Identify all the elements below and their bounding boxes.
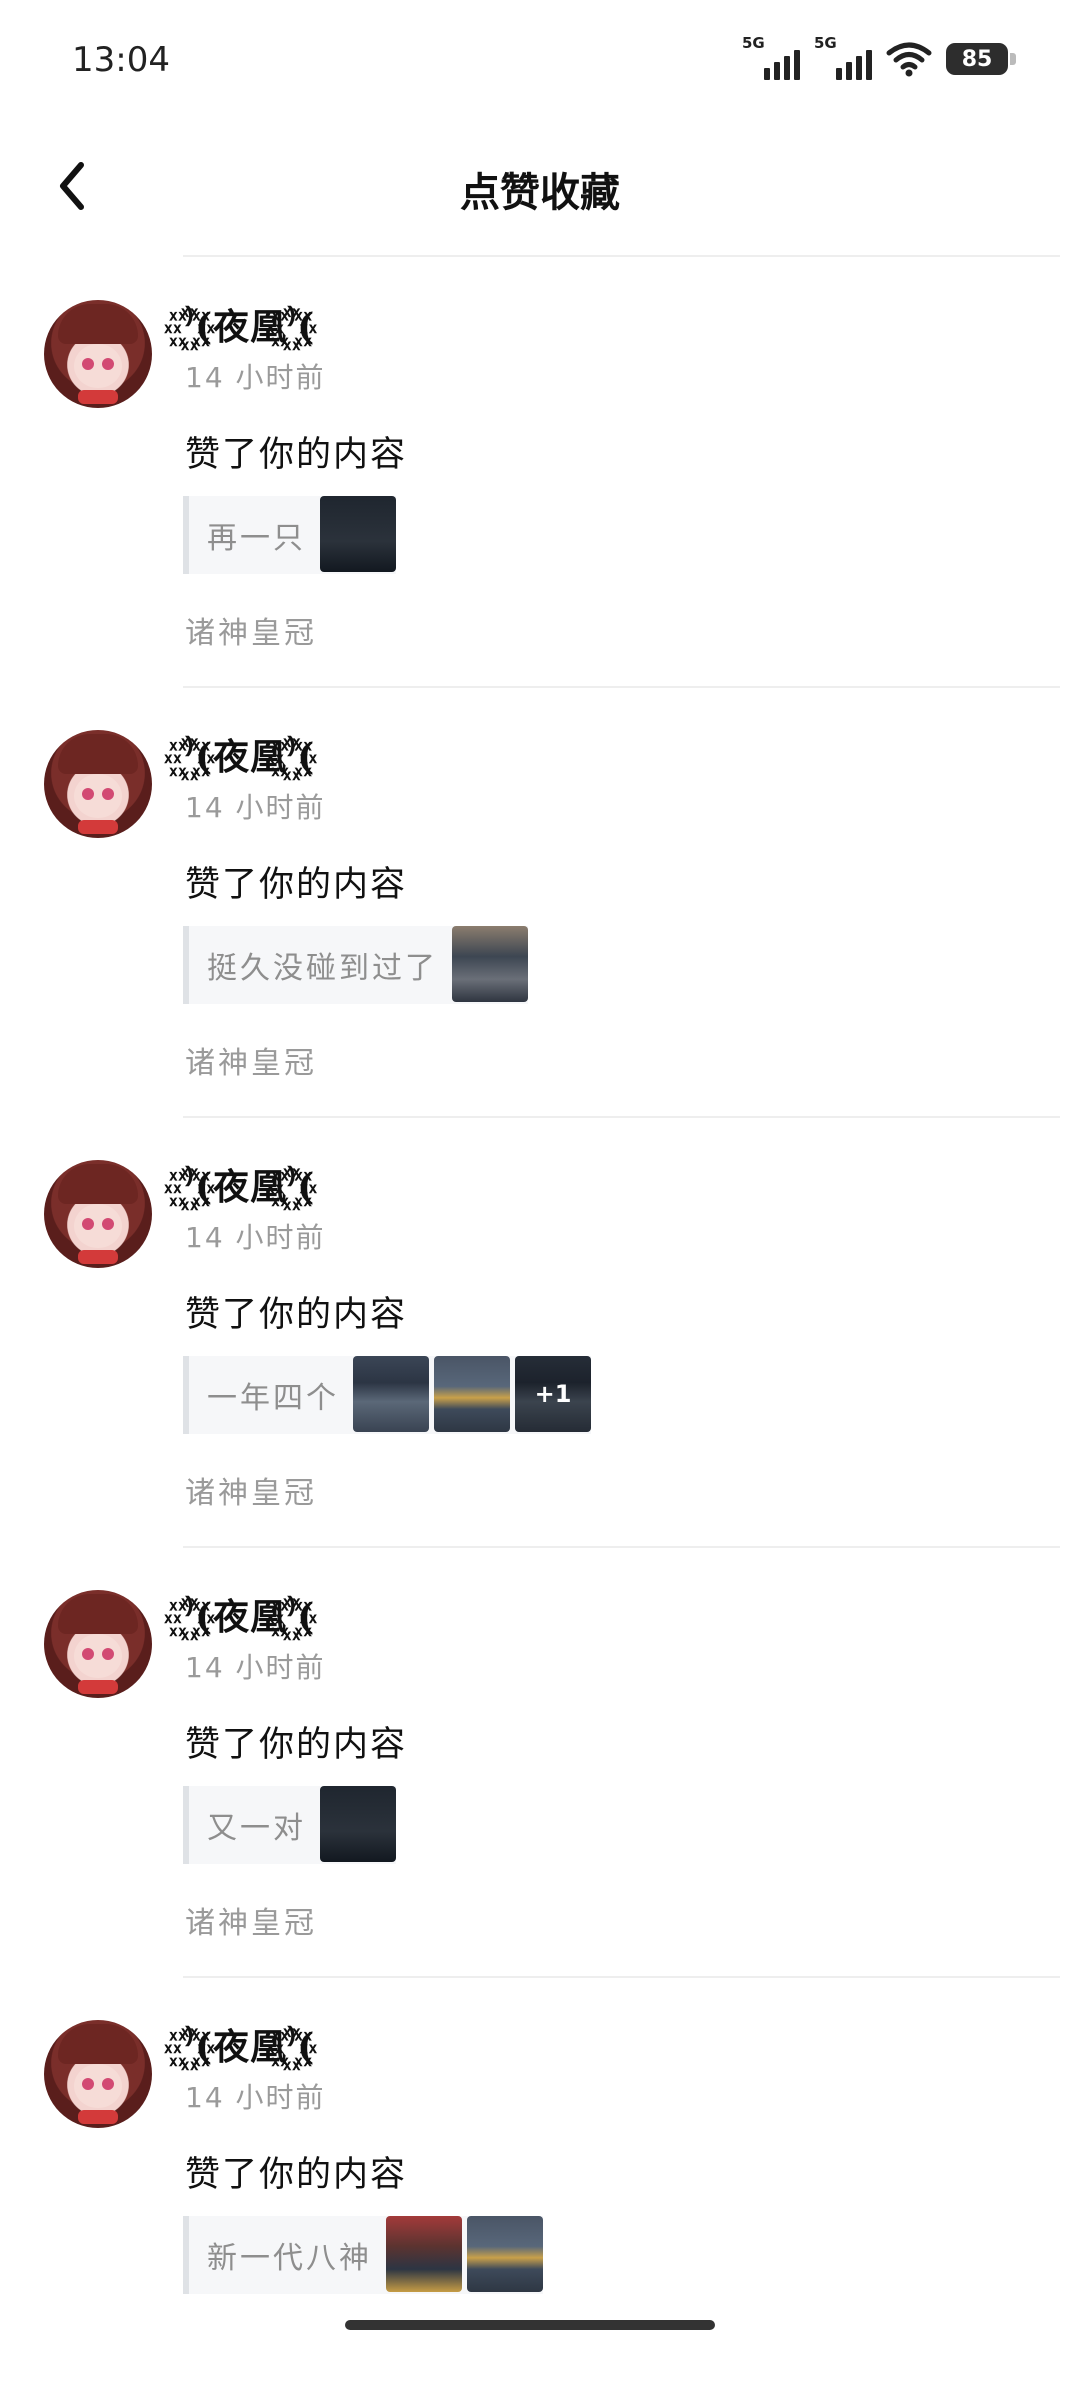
battery-level: 85	[961, 46, 993, 72]
wifi-icon	[886, 41, 932, 77]
username[interactable]: ꙰⁾꙰(夜凰꙰⁾꙰(	[185, 298, 315, 350]
quoted-post-text: 一年四个	[207, 1381, 339, 1416]
timestamp: 14 小时前	[185, 1221, 326, 1254]
action-text: 赞了你的内容	[185, 865, 408, 905]
divider	[183, 255, 1060, 257]
quoted-post-text: 又一对	[207, 1811, 306, 1846]
quoted-post-text: 再一只	[207, 521, 306, 556]
more-images-count: +1	[515, 1356, 591, 1432]
avatar[interactable]	[44, 730, 152, 838]
quoted-post[interactable]: 再一只	[183, 496, 396, 574]
action-text: 赞了你的内容	[185, 2155, 408, 2195]
username[interactable]: ꙰⁾꙰(夜凰꙰⁾꙰(	[185, 1588, 315, 1640]
notification-item[interactable]: ꙰⁾꙰(夜凰꙰⁾꙰( 14 小时前 赞了你的内容 一年四个 +1 诸神皇冠	[0, 1118, 1080, 1548]
thumbnail-row: +1	[353, 1356, 591, 1434]
page-title: 点赞收藏	[460, 170, 620, 216]
cellular-signal-icon: 5G	[814, 34, 872, 80]
username[interactable]: ꙰⁾꙰(夜凰꙰⁾꙰(	[185, 728, 315, 780]
action-text: 赞了你的内容	[185, 435, 408, 475]
cellular-signal-icon: 5G	[742, 34, 800, 80]
action-text: 赞了你的内容	[185, 1295, 408, 1335]
timestamp: 14 小时前	[185, 1651, 326, 1684]
circle-name[interactable]: 诸神皇冠	[185, 1898, 317, 1942]
thumbnail-row	[452, 926, 528, 1004]
post-thumbnail	[320, 496, 396, 572]
quoted-post[interactable]: 挺久没碰到过了	[183, 926, 528, 1004]
notification-item[interactable]: ꙰⁾꙰(夜凰꙰⁾꙰( 14 小时前 赞了你的内容 又一对 诸神皇冠	[0, 1548, 1080, 1978]
username[interactable]: ꙰⁾꙰(夜凰꙰⁾꙰(	[185, 2018, 315, 2070]
action-text: 赞了你的内容	[185, 1725, 408, 1765]
post-thumbnail	[386, 2216, 462, 2292]
post-thumbnail	[320, 1786, 396, 1862]
circle-name[interactable]: 诸神皇冠	[185, 1038, 317, 1082]
quoted-post[interactable]: 又一对	[183, 1786, 396, 1864]
network-type-label: 5G	[814, 34, 837, 52]
thumbnail-row	[320, 496, 396, 574]
status-time: 13:04	[72, 40, 170, 80]
timestamp: 14 小时前	[185, 361, 326, 394]
circle-name[interactable]: 诸神皇冠	[185, 1468, 317, 1512]
post-thumbnail	[434, 1356, 510, 1432]
timestamp: 14 小时前	[185, 2081, 326, 2114]
post-thumbnail	[353, 1356, 429, 1432]
post-thumbnail	[452, 926, 528, 1002]
notification-list: ꙰⁾꙰(夜凰꙰⁾꙰( 14 小时前 赞了你的内容 再一只 诸神皇冠 ꙰⁾꙰(夜凰…	[0, 258, 1080, 2408]
home-indicator[interactable]	[345, 2320, 715, 2330]
post-thumbnail: +1	[515, 1356, 591, 1432]
status-bar: 13:04 5G 5G 85	[0, 0, 1080, 120]
notification-item[interactable]: ꙰⁾꙰(夜凰꙰⁾꙰( 14 小时前 赞了你的内容 挺久没碰到过了 诸神皇冠	[0, 688, 1080, 1118]
notification-item[interactable]: ꙰⁾꙰(夜凰꙰⁾꙰( 14 小时前 赞了你的内容 新一代八神	[0, 1978, 1080, 2408]
quoted-post[interactable]: 新一代八神	[183, 2216, 543, 2294]
avatar[interactable]	[44, 300, 152, 408]
post-thumbnail	[467, 2216, 543, 2292]
navigation-bar: 点赞收藏	[0, 120, 1080, 256]
thumbnail-row	[386, 2216, 543, 2294]
network-type-label: 5G	[742, 34, 765, 52]
quoted-post-text: 新一代八神	[207, 2241, 372, 2276]
thumbnail-row	[320, 1786, 396, 1864]
avatar[interactable]	[44, 1590, 152, 1698]
avatar[interactable]	[44, 1160, 152, 1268]
circle-name[interactable]: 诸神皇冠	[185, 608, 317, 652]
quoted-post-text: 挺久没碰到过了	[207, 951, 438, 986]
timestamp: 14 小时前	[185, 791, 326, 824]
avatar[interactable]	[44, 2020, 152, 2128]
battery-icon: 85	[946, 43, 1016, 75]
username[interactable]: ꙰⁾꙰(夜凰꙰⁾꙰(	[185, 1158, 315, 1210]
status-icons: 5G 5G 85	[742, 34, 1016, 80]
quoted-post[interactable]: 一年四个 +1	[183, 1356, 591, 1434]
notification-item[interactable]: ꙰⁾꙰(夜凰꙰⁾꙰( 14 小时前 赞了你的内容 再一只 诸神皇冠	[0, 258, 1080, 688]
